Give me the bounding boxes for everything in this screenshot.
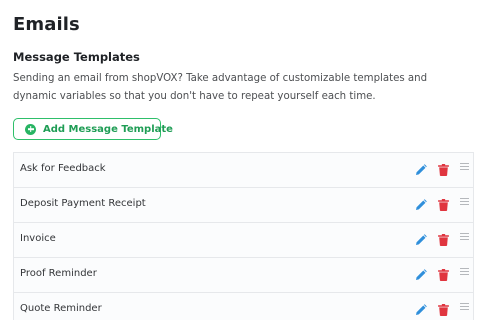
template-name: Invoice [20, 233, 56, 244]
pencil-icon[interactable] [415, 199, 427, 211]
trash-icon[interactable] [438, 234, 449, 246]
drag-handle-icon[interactable] [460, 303, 469, 310]
template-name: Quote Reminder [20, 303, 102, 314]
template-row[interactable]: Proof Reminder [13, 258, 474, 293]
pencil-icon[interactable] [415, 269, 427, 281]
drag-handle-icon[interactable] [460, 198, 469, 205]
template-name: Proof Reminder [20, 268, 97, 279]
template-name: Ask for Feedback [20, 163, 106, 174]
pencil-icon[interactable] [415, 304, 427, 316]
template-list: Ask for Feedback Deposit Payment Receipt… [13, 152, 474, 320]
plus-circle-icon [25, 123, 36, 135]
drag-handle-icon[interactable] [460, 268, 469, 275]
template-row[interactable]: Deposit Payment Receipt [13, 188, 474, 223]
page-title: Emails [13, 14, 80, 35]
trash-icon[interactable] [438, 269, 449, 281]
pencil-icon[interactable] [415, 164, 427, 176]
add-button-label: Add Message Template [43, 123, 173, 135]
section-description: Sending an email from shopVOX? Take adva… [13, 70, 453, 106]
section-title: Message Templates [13, 50, 140, 64]
template-row[interactable]: Quote Reminder [13, 293, 474, 320]
description-line: Sending an email from shopVOX? Take adva… [13, 73, 428, 84]
template-row[interactable]: Invoice [13, 223, 474, 258]
trash-icon[interactable] [438, 164, 449, 176]
template-row[interactable]: Ask for Feedback [13, 153, 474, 188]
description-line: dynamic variables so that you don't have… [13, 91, 376, 102]
drag-handle-icon[interactable] [460, 163, 469, 170]
template-name: Deposit Payment Receipt [20, 198, 146, 209]
add-message-template-button[interactable]: Add Message Template [13, 118, 173, 140]
pencil-icon[interactable] [415, 234, 427, 246]
trash-icon[interactable] [438, 199, 449, 211]
drag-handle-icon[interactable] [460, 233, 469, 240]
trash-icon[interactable] [438, 304, 449, 316]
